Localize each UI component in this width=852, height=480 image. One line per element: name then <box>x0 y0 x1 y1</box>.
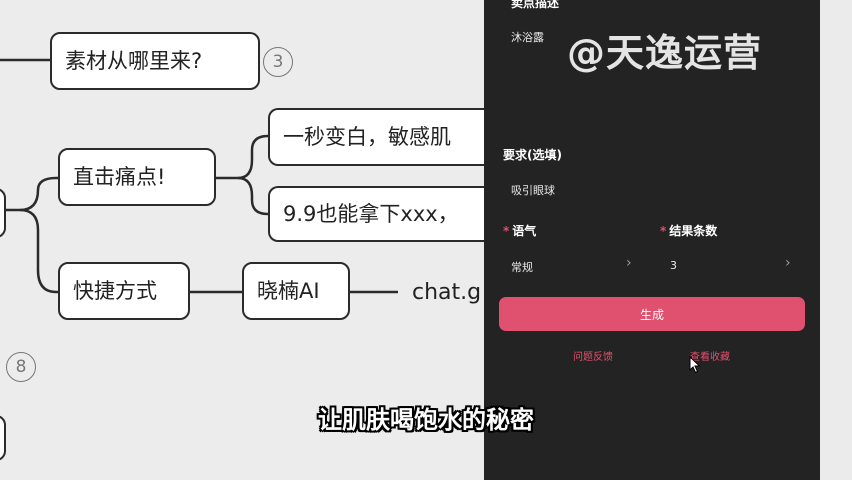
count-label: * 结果条数 <box>660 222 717 239</box>
generate-button[interactable]: 生成 <box>499 297 805 331</box>
node-tool[interactable]: 晓楠AI <box>242 262 350 320</box>
node-child-whitening-label: 一秒变白，敏感肌 <box>283 124 451 149</box>
watermark: @天逸运营 <box>567 31 763 75</box>
node-child-whitening[interactable]: 一秒变白，敏感肌 <box>268 108 484 166</box>
requirement-input[interactable]: 吸引眼球 <box>511 182 555 198</box>
node-material-source[interactable]: 素材从哪里来? <box>50 32 260 90</box>
badge-count-3[interactable]: 3 <box>263 47 293 77</box>
feedback-link[interactable]: 问题反馈 <box>573 348 613 363</box>
node-pain-point-label: 直击痛点! <box>73 164 166 189</box>
required-asterisk: * <box>660 224 667 238</box>
partial-node-left-top <box>0 188 6 238</box>
node-material-source-label: 素材从哪里来? <box>65 48 203 73</box>
count-chevron-right-icon[interactable]: › <box>785 255 791 271</box>
count-select-value[interactable]: 3 <box>670 259 677 272</box>
tone-select-value[interactable]: 常规 <box>511 259 533 275</box>
node-child-price[interactable]: 9.9也能拿下xxx， <box>268 186 484 242</box>
product-input[interactable]: 沐浴露 <box>511 29 544 45</box>
node-tool-label: 晓楠AI <box>257 278 320 303</box>
count-label-text: 结果条数 <box>669 224 718 238</box>
node-shortcut-label: 快捷方式 <box>73 278 157 303</box>
tone-label: * 语气 <box>503 222 536 239</box>
mouse-cursor-icon <box>689 356 701 374</box>
requirement-label: 要求(选填) <box>503 148 562 162</box>
video-subtitle: 让肌肤喝饱水的秘密 <box>318 406 534 434</box>
node-pain-point[interactable]: 直击痛点! <box>58 148 216 206</box>
badge-count-8[interactable]: 8 <box>6 352 36 382</box>
required-asterisk: * <box>503 224 510 238</box>
tool-link-text[interactable]: chat.g <box>412 280 481 305</box>
tone-chevron-right-icon[interactable]: › <box>626 255 632 271</box>
selling-point-label: 卖点描述 <box>511 0 560 10</box>
tone-label-text: 语气 <box>512 224 537 238</box>
node-shortcut[interactable]: 快捷方式 <box>58 262 190 320</box>
node-child-price-label: 9.9也能拿下xxx， <box>283 201 459 226</box>
